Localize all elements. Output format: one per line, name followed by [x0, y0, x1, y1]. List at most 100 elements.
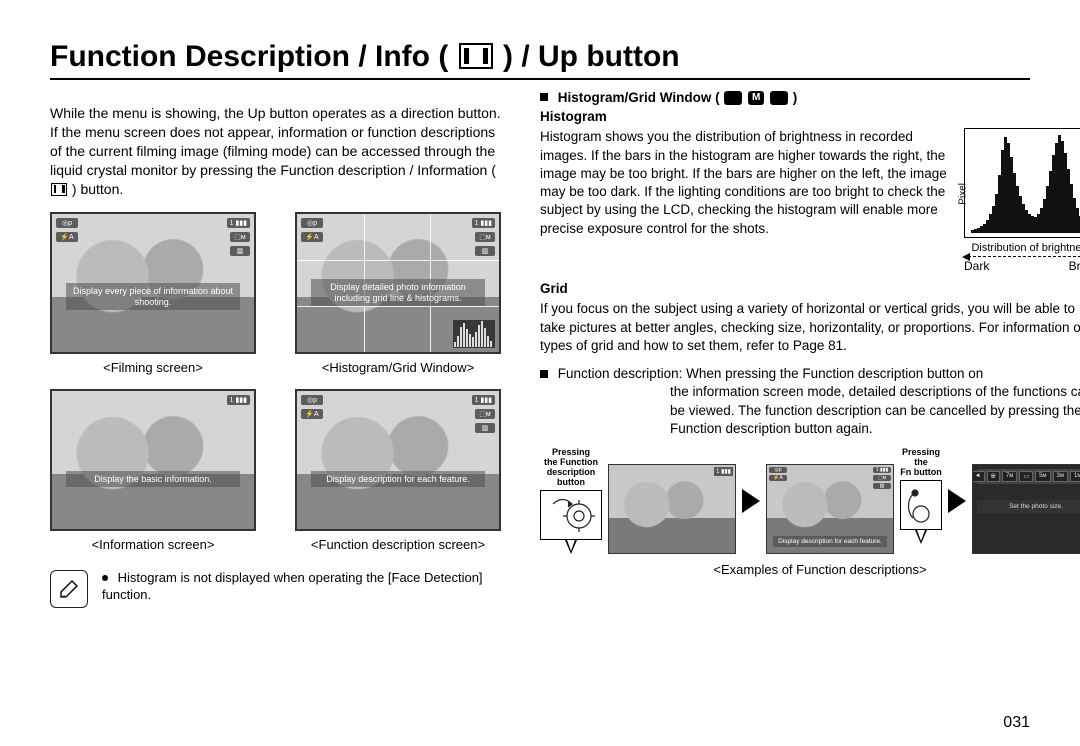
mode-badge: ◎p [301, 218, 323, 228]
hud-left: ◎p ⚡A [769, 467, 787, 481]
callout-label: Pressing the Function description button [540, 448, 602, 488]
pencil-icon [56, 576, 82, 602]
example-callout-1: Pressing the Function description button [540, 448, 602, 554]
thumb-frame: ◎p ⚡A 1 ▮▮▮ ⬚м ▥ Display description for… [295, 389, 501, 531]
square-bullet-icon [540, 370, 548, 378]
screen-thumbnails-grid: ◎p ⚡A 1 ▮▮▮ ⬚м ▥ Display every piece of … [50, 212, 510, 552]
example-thumb-2: ◎p ⚡A 1 ▮▮▮ ⬚м ▥ Display description for… [766, 464, 894, 554]
mode-badge: ◎p [56, 218, 78, 228]
hud-left: ◎p ⚡A [301, 218, 323, 242]
overlay-caption: Display the basic information. [66, 471, 240, 488]
thumb-label: <Filming screen> [50, 360, 256, 375]
content-columns: While the menu is showing, the Up button… [50, 90, 1030, 608]
histogram-bars [971, 135, 1080, 233]
range-line [968, 256, 1080, 257]
thumb-frame: 1 ▮▮▮ Display the basic information. [50, 389, 256, 531]
page-title: Function Description / Info ( ) / Up but… [50, 40, 1030, 74]
example-callout-2: Pressing the Fn button [900, 448, 942, 544]
intro-text: While the menu is showing, the Up button… [50, 105, 501, 178]
heading-post: ) [793, 90, 798, 105]
grid-text: If you focus on the subject using a vari… [540, 300, 1080, 355]
histogram-ylabel: Pixel [958, 183, 969, 205]
flash-badge: ⚡A [56, 232, 78, 242]
photo-placeholder [297, 391, 499, 529]
note-body: Histogram is not displayed when operatin… [102, 570, 483, 602]
thumb-filming-screen: ◎p ⚡A 1 ▮▮▮ ⬚м ▥ Display every piece of … [50, 212, 256, 375]
flash-badge: ⚡A [301, 409, 323, 419]
note-icon [50, 570, 88, 608]
overlay-caption: Display description for each feature. [311, 471, 485, 488]
callout-tail [915, 530, 927, 544]
thumb-label: <Histogram/Grid Window> [295, 360, 501, 375]
hist-badge: ▥ [475, 246, 495, 256]
hist-badge: ▥ [230, 246, 250, 256]
res-badge: ⬚м [475, 232, 495, 242]
note-text: Histogram is not displayed when operatin… [102, 570, 510, 604]
res-badge: ⬚м [230, 232, 250, 242]
histogram-subheading: Histogram [540, 109, 1080, 124]
examples-caption: <Examples of Function descriptions> [540, 562, 1080, 577]
thumb-information-screen: 1 ▮▮▮ Display the basic information. <In… [50, 389, 256, 552]
count-badge: 1 ▮▮▮ [227, 218, 250, 228]
count-badge: 1 ▮▮▮ [714, 467, 733, 476]
fn-desc-body-row: the information screen mode, detailed de… [540, 383, 1080, 438]
info-icon [459, 43, 493, 69]
histogram-row: Histogram shows you the distribution of … [540, 128, 1080, 273]
fn-desc-body: the information screen mode, detailed de… [670, 383, 1080, 438]
hud-left: ◎p ⚡A [56, 218, 78, 242]
bullet-icon [102, 575, 108, 581]
histogram-text: Histogram shows you the distribution of … [540, 128, 952, 237]
callout-label: Pressing the Fn button [900, 448, 942, 478]
thumb-frame: ◎p ⚡A 1 ▮▮▮ ⬚м ▥ Display detailed photo … [295, 212, 501, 354]
thumb-function-description: ◎p ⚡A 1 ▮▮▮ ⬚м ▥ Display description for… [295, 389, 501, 552]
arrow-right-icon [742, 489, 760, 513]
histogram-chart: Pixel [964, 128, 1080, 238]
info-icon [51, 183, 67, 196]
page-number: 031 [1003, 714, 1030, 732]
count-badge: 1 ▮▮▮ [227, 395, 250, 405]
menu-size-options: ◄♼7м▭5м3м1м► [977, 469, 1080, 484]
hud-right: 1 ▮▮▮ ⬚м ▥ [873, 467, 891, 489]
intro-paragraph: While the menu is showing, the Up button… [50, 104, 510, 198]
hud-right: 1 ▮▮▮ [227, 395, 250, 405]
controller-icon [545, 494, 597, 536]
histogram-chart-box: Pixel Distribution of brightness Dark Br… [964, 128, 1080, 273]
thumb-frame: ◎p ⚡A 1 ▮▮▮ ⬚м ▥ Display every piece of … [50, 212, 256, 354]
photo-placeholder [609, 465, 735, 553]
thumb-label: <Information screen> [50, 537, 256, 552]
note-row: Histogram is not displayed when operatin… [50, 570, 510, 608]
right-column: Histogram/Grid Window ( M ) Histogram Hi… [540, 90, 1080, 608]
range-dark: Dark [964, 259, 989, 273]
overlay-caption: Display description for each feature. [773, 536, 887, 547]
grid-subheading: Grid [540, 281, 1080, 296]
thumb-label: <Function description screen> [295, 537, 501, 552]
mini-histogram [453, 320, 495, 348]
mode-badge: ◎p [301, 395, 323, 405]
brightness-range-arrow [964, 256, 1080, 257]
left-column: While the menu is showing, the Up button… [50, 90, 510, 608]
indent-spacer [540, 383, 662, 438]
photo-placeholder [52, 391, 254, 529]
callout-illustration [540, 490, 602, 540]
thumb-histogram-grid: ◎p ⚡A 1 ▮▮▮ ⬚м ▥ Display detailed photo … [295, 212, 501, 375]
histogram-grid-heading: Histogram/Grid Window ( M ) [540, 90, 1080, 105]
histogram-caption: Distribution of brightness [964, 242, 1080, 254]
arrow-right-icon [948, 489, 966, 513]
title-post: ) / Up button [503, 40, 680, 73]
fn-button-icon [903, 484, 939, 526]
hist-badge: ▥ [475, 423, 495, 433]
manual-page: Function Description / Info ( ) / Up but… [0, 0, 1080, 746]
mode-icon [770, 91, 788, 105]
hud-right: 1 ▮▮▮ ⬚м ▥ [472, 395, 495, 433]
range-bright: Bright [1069, 259, 1080, 273]
fn-desc-section: Function description: When pressing the … [540, 365, 1080, 383]
mode-icon [724, 91, 742, 105]
callout-illustration [900, 480, 942, 530]
overlay-caption: Display detailed photo information inclu… [311, 279, 485, 307]
title-underline [50, 78, 1030, 80]
menu-message: Set the photo size. [977, 500, 1080, 513]
example-thumb-1: 1 ▮▮▮ [608, 464, 736, 554]
overlay-caption: Display every piece of information about… [66, 283, 240, 311]
range-labels: Dark Bright [964, 259, 1080, 273]
intro-tail: ) button. [72, 181, 123, 197]
